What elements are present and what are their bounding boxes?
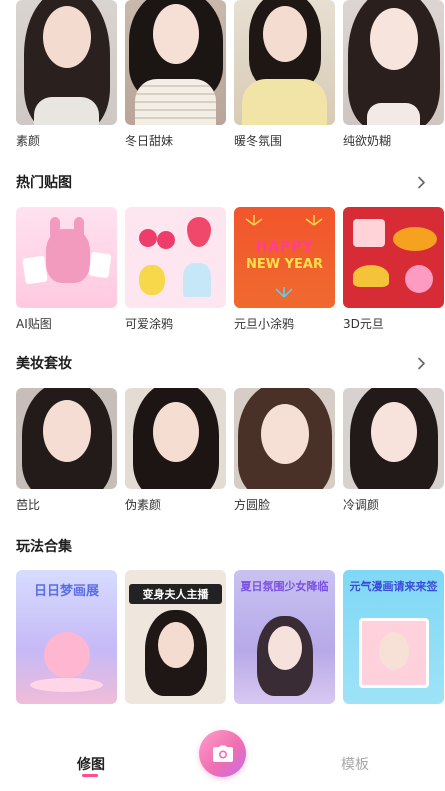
fish-shape: [393, 227, 437, 251]
face-shape: [42, 6, 91, 68]
chevron-right-icon[interactable]: [413, 355, 429, 371]
sticker-card-ai[interactable]: AI贴图: [16, 207, 117, 332]
camera-icon: [212, 745, 233, 762]
section-title: 玩法合集: [16, 539, 72, 555]
sticker-label: 3D元旦: [343, 317, 384, 331]
clothing-shape: [135, 79, 216, 125]
clothing-shape: [367, 103, 420, 125]
play-row: 日日梦画展 变身夫人主播 夏日氛围少女降临 元气漫画请来来签: [16, 570, 444, 704]
face-shape: [370, 402, 417, 462]
play-card-title: 变身夫人主播: [129, 584, 222, 604]
happy-text: HAPPY: [255, 239, 314, 255]
flower-shape: [405, 265, 433, 293]
gold-ingot-shape: [353, 265, 389, 287]
new-year-text: NEW YEAR: [246, 257, 323, 272]
camera-button[interactable]: [199, 730, 246, 777]
face-shape: [260, 404, 309, 464]
clothing-shape: [242, 79, 327, 125]
face-shape: [378, 632, 409, 670]
duck-shape: [139, 265, 165, 295]
portrait-thumb: [343, 0, 444, 125]
section-header-hot-stickers: 热门贴图: [16, 171, 429, 193]
tab-templates[interactable]: 模板: [341, 754, 369, 774]
play-thumb: 夏日氛围少女降临: [234, 570, 335, 704]
play-thumb: 元气漫画请来来签: [343, 570, 444, 704]
section-header-makeup: 美妆套妆: [16, 352, 429, 374]
portrait-thumb: [125, 388, 226, 489]
portrait-thumb: [125, 0, 226, 125]
makeup-label: 伪素颜: [125, 498, 162, 512]
play-card-summer-girl[interactable]: 夏日氛围少女降临: [234, 570, 335, 704]
sticker-label: 元旦小涂鸦: [234, 317, 295, 331]
cherry-shape: [157, 231, 175, 249]
filter-label: 素颜: [16, 134, 41, 148]
photo-card-shape: [22, 255, 48, 285]
section-header-play: 玩法合集: [16, 535, 429, 557]
strawberry-shape: [187, 217, 211, 247]
sticker-thumb: [343, 207, 444, 308]
filter-label: 纯欲奶糊: [343, 134, 392, 148]
play-card-title: 日日梦画展: [33, 584, 99, 599]
makeup-label: 方圆脸: [234, 498, 271, 512]
sticker-card-3d-new-year[interactable]: 3D元旦: [343, 207, 444, 332]
face-shape: [267, 626, 302, 670]
portrait-thumb: [234, 388, 335, 489]
makeup-card-round-face[interactable]: 方圆脸: [234, 388, 335, 513]
filter-card-dongri[interactable]: 冬日甜妹: [125, 0, 226, 149]
play-thumb: 变身夫人主播: [125, 570, 226, 704]
section-title: 美妆套妆: [16, 356, 72, 372]
makeup-card-cool-tone[interactable]: 冷调颜: [343, 388, 444, 513]
active-tab-indicator: [82, 774, 98, 777]
face-shape: [42, 400, 91, 462]
clothing-shape: [34, 97, 99, 125]
filter-card-nuandong[interactable]: 暖冬氛围: [234, 0, 335, 149]
top-portrait-row: 素颜 冬日甜妹 暖冬氛围 纯欲奶糊: [16, 0, 444, 149]
play-thumb: 日日梦画展: [16, 570, 117, 704]
sticker-thumb: HAPPY NEW YEAR: [234, 207, 335, 308]
stage-shape: [30, 678, 103, 692]
play-card-title: 元气漫画请来来签: [349, 580, 438, 593]
face-shape: [262, 6, 307, 62]
portrait-thumb: [234, 0, 335, 125]
sticker-card-new-year-doodle[interactable]: HAPPY NEW YEAR 元旦小涂鸦: [234, 207, 335, 332]
makeup-label: 芭比: [16, 498, 41, 512]
play-card-title: 夏日氛围少女降临: [240, 580, 329, 593]
hot-stickers-row: AI贴图 可爱涂鸦 HAPPY NEW YEAR 元旦小涂鸦 3D元旦: [16, 207, 444, 332]
bunny-ear-shape: [74, 217, 84, 239]
filter-card-suyan[interactable]: 素颜: [16, 0, 117, 149]
face-shape: [152, 402, 199, 462]
sticker-label: 可爱涂鸦: [125, 317, 174, 331]
sticker-thumb: [125, 207, 226, 308]
portrait-thumb: [16, 388, 117, 489]
cherry-shape: [139, 229, 157, 247]
play-card-host[interactable]: 变身夫人主播: [125, 570, 226, 704]
mascot-shape: [44, 632, 90, 678]
portrait-thumb: [16, 0, 117, 125]
filter-label: 暖冬氛围: [234, 134, 283, 148]
play-card-dream-gallery[interactable]: 日日梦画展: [16, 570, 117, 704]
bottom-tab-bar: 修图 模板: [0, 720, 445, 791]
face-shape: [152, 4, 199, 64]
bunny-ear-shape: [50, 217, 60, 239]
sticker-card-cute-doodle[interactable]: 可爱涂鸦: [125, 207, 226, 332]
chevron-right-icon[interactable]: [413, 174, 429, 190]
section-title: 热门贴图: [16, 175, 72, 191]
tab-edit[interactable]: 修图: [77, 754, 105, 774]
makeup-card-barbie[interactable]: 芭比: [16, 388, 117, 513]
makeup-card-fake-bare[interactable]: 伪素颜: [125, 388, 226, 513]
face-shape: [157, 622, 194, 668]
face-shape: [369, 8, 418, 70]
play-card-comic[interactable]: 元气漫画请来来签: [343, 570, 444, 704]
makeup-row: 芭比 伪素颜 方圆脸 冷调颜: [16, 388, 444, 513]
sticker-label: AI贴图: [16, 317, 52, 331]
sundae-shape: [183, 263, 211, 297]
filter-label: 冬日甜妹: [125, 134, 174, 148]
sticker-thumb: [16, 207, 117, 308]
makeup-label: 冷调颜: [343, 498, 380, 512]
filter-card-chunyu[interactable]: 纯欲奶糊: [343, 0, 444, 149]
portrait-thumb: [343, 388, 444, 489]
photo-card-shape: [88, 251, 112, 279]
red-envelope-shape: [353, 219, 385, 247]
